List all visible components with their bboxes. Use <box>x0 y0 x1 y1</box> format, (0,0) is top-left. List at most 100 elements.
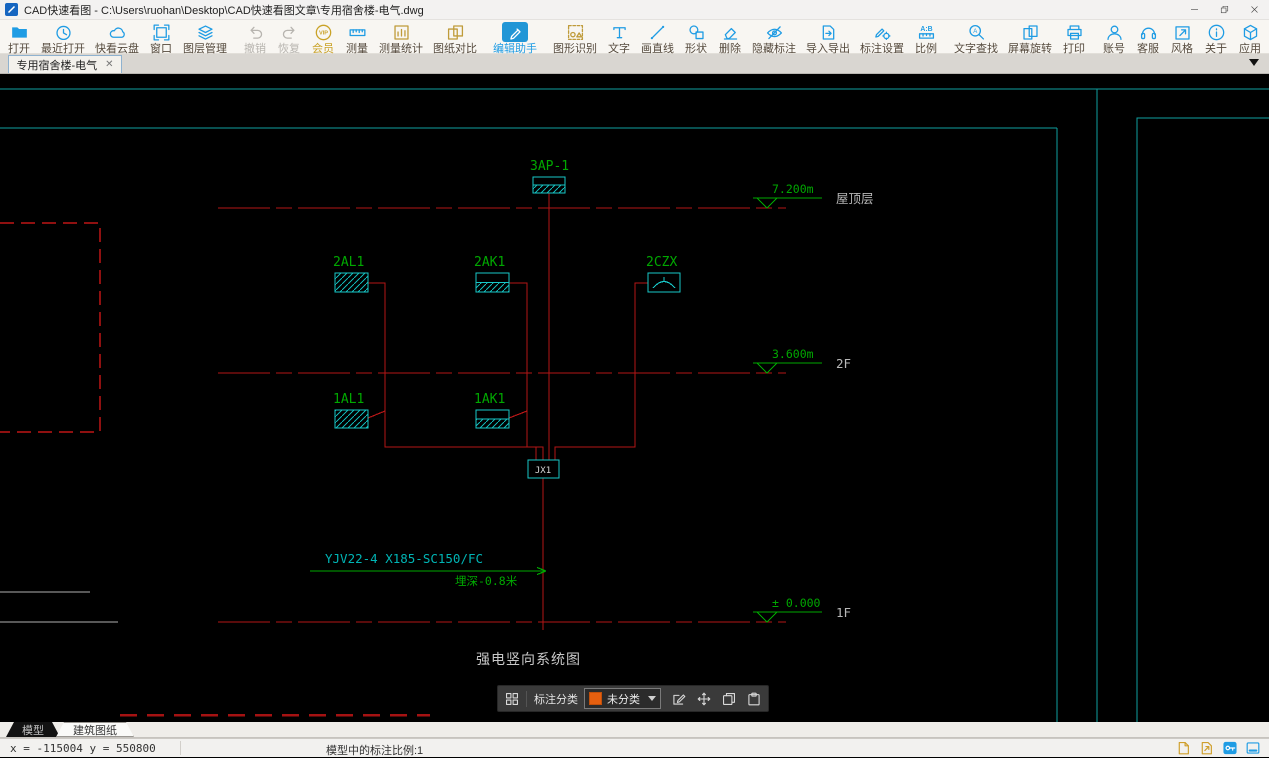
style-icon <box>1170 22 1194 42</box>
toolbar-item-layers[interactable]: 图层管理 <box>178 21 232 56</box>
window-select-icon <box>149 22 173 42</box>
toolbar-item-measure-stats[interactable]: 测量统计 <box>374 21 428 56</box>
measure-stats-icon <box>389 22 413 42</box>
annotation-classify-label: 标注分类 <box>526 691 578 707</box>
hide-annotation-icon <box>762 22 786 42</box>
document-tab-active[interactable]: 专用宿舍楼-电气 ✕ <box>8 55 122 73</box>
svg-text:A:B: A:B <box>920 26 932 33</box>
support-icon <box>1136 22 1160 42</box>
sheet-tab-model[interactable]: 模型 <box>6 722 60 737</box>
tab-close-icon[interactable]: ✕ <box>105 60 113 70</box>
left-detail-lines <box>0 592 118 622</box>
undo-icon <box>243 22 267 42</box>
toolbar-item-text-search[interactable]: A文字查找 <box>949 21 1003 56</box>
text-search-icon: A <box>964 22 988 42</box>
toolbar-item-apps[interactable]: 应用 <box>1233 21 1267 56</box>
doc-export-icon[interactable] <box>1176 740 1192 756</box>
move-icon[interactable] <box>696 691 712 707</box>
toolbar-item-vip[interactable]: VIP会员 <box>306 21 340 56</box>
print-icon <box>1062 22 1086 42</box>
edit-annotation-icon[interactable] <box>671 691 687 707</box>
toolbar-item-annotation-settings[interactable]: 标注设置 <box>855 21 909 56</box>
toolbar-item-hide-annotation[interactable]: 隐藏标注 <box>747 21 801 56</box>
status-bar: x = -115004 y = 550800 模型中的标注比例:1 <box>0 738 1269 757</box>
panel-symbol: 3AP-1 <box>530 159 569 193</box>
toolbar: 打开最近打开快看云盘窗口图层管理撤销恢复VIP会员测量测量统计图纸对比编辑助手图… <box>0 20 1269 54</box>
toolbar-item-support[interactable]: 客服 <box>1131 21 1165 56</box>
toolbar-item-compare[interactable]: 图纸对比 <box>428 21 482 56</box>
panel-symbol: 1AL1 <box>333 392 368 428</box>
toolbar-item-about[interactable]: 关于 <box>1199 21 1233 56</box>
annotation-category-dropdown[interactable]: 未分类 <box>584 688 661 709</box>
toolbar-item-shape-recognition[interactable]: 图形识别 <box>548 21 602 56</box>
chevron-down-icon <box>648 696 656 701</box>
toolbar-item-erase[interactable]: 删除 <box>713 21 747 56</box>
import-export-icon <box>816 22 840 42</box>
toolbar-item-shapes[interactable]: 形状 <box>679 21 713 56</box>
panel-symbol: 1AK1 <box>474 392 509 428</box>
floor-name-label: 屋顶层 <box>836 191 874 206</box>
erase-icon <box>718 22 742 42</box>
toolbar-item-edit-assistant[interactable]: 编辑助手 <box>488 21 542 56</box>
category-color-swatch <box>589 692 602 705</box>
minimize-button[interactable] <box>1179 0 1209 19</box>
burial-depth-label: 埋深-0.8米 <box>455 574 518 588</box>
tab-list-dropdown-icon[interactable] <box>1249 59 1259 66</box>
drawing-title: 强电竖向系统图 <box>476 652 581 668</box>
toolbar-item-ruler[interactable]: 测量 <box>340 21 374 56</box>
toolbar-item-clock[interactable]: 最近打开 <box>36 21 90 56</box>
drawing-canvas[interactable]: 3AP-12AL12AK12CZX1AL11AK1 7.200m屋顶层3.600… <box>0 74 1269 722</box>
redo-icon <box>277 22 301 42</box>
toolbar-item-style[interactable]: 风格 <box>1165 21 1199 56</box>
toolbar-item-redo[interactable]: 恢复 <box>272 21 306 56</box>
toolbar-item-import-export[interactable]: 导入导出 <box>801 21 855 56</box>
toolbar-item-undo[interactable]: 撤销 <box>238 21 272 56</box>
panel-label: 2AL1 <box>333 255 364 270</box>
dashed-wall-outline <box>0 223 100 432</box>
cable-spec-label: YJV22-4 X185-SC150/FC <box>325 551 483 566</box>
toolbar-item-window-select[interactable]: 窗口 <box>144 21 178 56</box>
floor-marker: ± 0.0001F <box>753 596 851 622</box>
floor-marker: 3.600m2F <box>753 347 851 373</box>
grid-icon[interactable] <box>504 691 520 707</box>
maximize-button[interactable] <box>1209 0 1239 19</box>
paste-icon[interactable] <box>746 691 762 707</box>
elevation-label: 7.200m <box>772 182 814 196</box>
panel-symbol: 2AL1 <box>333 255 368 292</box>
draw-line-icon <box>646 22 670 42</box>
sheet-tab-layout[interactable]: 建筑图纸 <box>56 722 134 737</box>
panel-symbol: 2AK1 <box>474 255 509 292</box>
text-icon <box>607 22 631 42</box>
cursor-coordinates: x = -115004 y = 550800 <box>10 742 156 755</box>
document-tab-label: 专用宿舍楼-电气 <box>16 57 97 73</box>
toolbar-item-print[interactable]: 打印 <box>1057 21 1091 56</box>
toolbar-item-folder-open[interactable]: 打开 <box>2 21 36 56</box>
screen-rotate-icon <box>1018 22 1042 42</box>
sheet-tabbar: 模型建筑图纸 <box>0 722 1269 738</box>
vip-icon: VIP <box>311 22 335 42</box>
floor-name-label: 2F <box>836 356 851 371</box>
document-tabstrip: 专用宿舍楼-电气 ✕ <box>0 54 1269 74</box>
toolbar-item-draw-line[interactable]: 画直线 <box>636 21 679 56</box>
shapes-icon <box>684 22 708 42</box>
toolbar-item-text[interactable]: 文字 <box>602 21 636 56</box>
toolbar-item-scale[interactable]: A:B比例 <box>909 21 943 56</box>
panel-label: 2AK1 <box>474 255 505 270</box>
annotation-settings-icon <box>870 22 894 42</box>
toolbar-item-account[interactable]: 账号 <box>1097 21 1131 56</box>
annotation-scale-info: 模型中的标注比例:1 <box>326 742 423 758</box>
floor-name-label: 1F <box>836 605 851 620</box>
copy-icon[interactable] <box>721 691 737 707</box>
key-icon[interactable] <box>1222 740 1238 756</box>
panel-label: 3AP-1 <box>530 159 569 174</box>
app-logo-icon <box>5 3 18 16</box>
close-button[interactable] <box>1239 0 1269 19</box>
window-title: CAD快速看图 - C:\Users\ruohan\Desktop\CAD快速看… <box>24 2 424 18</box>
toolbar-item-screen-rotate[interactable]: 屏幕旋转 <box>1003 21 1057 56</box>
about-icon <box>1204 22 1228 42</box>
floor-marker: 7.200m 屋顶层 <box>753 182 874 208</box>
doc-share-icon[interactable] <box>1199 740 1215 756</box>
cable-leader: YJV22-4 X185-SC150/FC 埋深-0.8米 <box>310 551 546 588</box>
window-min-icon[interactable] <box>1245 740 1261 756</box>
toolbar-item-cloud[interactable]: 快看云盘 <box>90 21 144 56</box>
